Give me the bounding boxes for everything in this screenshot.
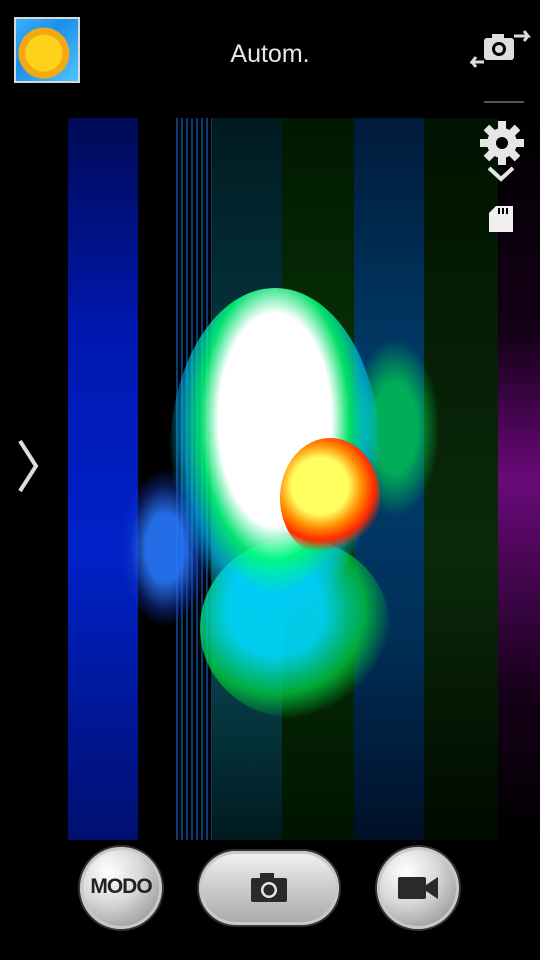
mode-button-label: MODO xyxy=(90,875,152,898)
light-stripe xyxy=(424,118,498,840)
light-glow xyxy=(280,438,380,558)
gear-icon[interactable] xyxy=(478,120,526,166)
camera-icon xyxy=(251,873,287,902)
switch-camera-icon[interactable] xyxy=(470,26,534,78)
camera-viewfinder[interactable] xyxy=(0,118,540,840)
sd-card-icon xyxy=(489,206,513,232)
video-record-button[interactable] xyxy=(377,847,459,929)
divider xyxy=(484,101,524,103)
mode-button[interactable]: MODO xyxy=(80,847,162,929)
shutter-button[interactable] xyxy=(199,851,339,925)
chevron-down-icon[interactable] xyxy=(486,164,516,184)
gallery-thumbnail[interactable] xyxy=(14,17,80,83)
chevron-right-icon[interactable] xyxy=(14,437,42,495)
video-camera-icon xyxy=(398,877,438,899)
top-bar: Autom. xyxy=(0,0,540,118)
shooting-mode-title: Autom. xyxy=(230,40,310,68)
light-stripe xyxy=(68,118,138,840)
